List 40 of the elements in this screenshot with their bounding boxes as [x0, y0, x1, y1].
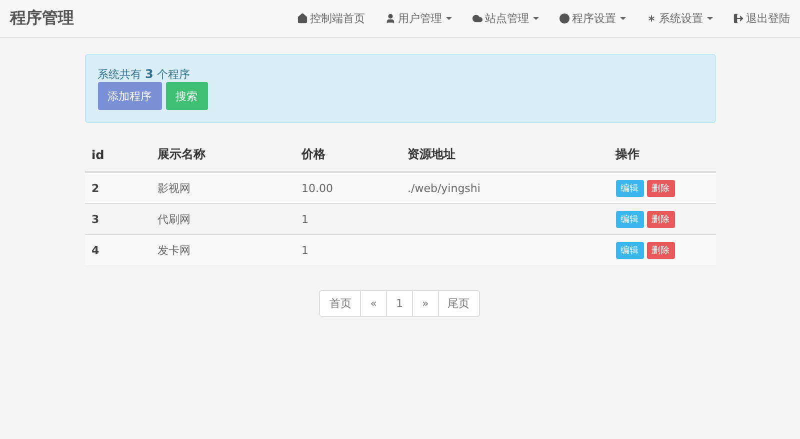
nav-link[interactable]: 退出登陆: [733, 11, 790, 26]
page-link[interactable]: »: [412, 290, 439, 317]
nav-link[interactable]: 系统设置: [646, 11, 713, 26]
page-link[interactable]: «: [360, 290, 387, 317]
row-action-button[interactable]: 删除: [646, 210, 674, 228]
logout-icon: [733, 13, 744, 24]
row-action-button[interactable]: 编辑: [616, 210, 644, 228]
table-cell: 影视网: [158, 182, 190, 194]
row-action-button[interactable]: 编辑: [616, 180, 644, 196]
nav-link[interactable]: 控制端首页: [297, 11, 365, 26]
table-cell: 发卡网: [158, 244, 190, 256]
table-cell: 3: [92, 212, 100, 226]
row-action-button[interactable]: 删除: [646, 180, 674, 196]
caret-icon: [533, 17, 539, 20]
row-action-button[interactable]: 删除: [646, 242, 674, 258]
caret-icon: [707, 17, 713, 20]
action-button[interactable]: 添加程序: [98, 82, 162, 110]
home-icon: [297, 13, 308, 24]
page-link[interactable]: 1: [386, 290, 413, 317]
brand-title: 程序管理: [10, 8, 75, 29]
table-cell: ./web/yingshi: [408, 182, 480, 194]
asterisk-icon: [646, 13, 657, 24]
cloud-icon: [472, 13, 483, 24]
nav-link[interactable]: 站点管理: [472, 11, 539, 26]
table-cell: 4: [92, 244, 100, 256]
nav-link[interactable]: 用户管理: [385, 11, 452, 26]
user-icon: [385, 13, 396, 24]
table-cell: 代刷网: [158, 212, 190, 226]
program-count-text: 系统共有 3 个程序: [98, 67, 191, 82]
caret-icon: [446, 17, 452, 20]
caret-icon: [620, 17, 626, 20]
row-action-button[interactable]: 编辑: [616, 242, 644, 258]
table-cell: 1: [302, 212, 308, 226]
table-cell: 1: [302, 244, 308, 256]
nav-link[interactable]: 程序设置: [559, 11, 626, 26]
table-cell: 10.00: [302, 182, 333, 194]
action-button[interactable]: 搜索: [166, 82, 208, 110]
page-link[interactable]: 尾页: [438, 290, 480, 317]
page-link[interactable]: 首页: [319, 290, 362, 317]
table-cell: 2: [92, 182, 100, 194]
